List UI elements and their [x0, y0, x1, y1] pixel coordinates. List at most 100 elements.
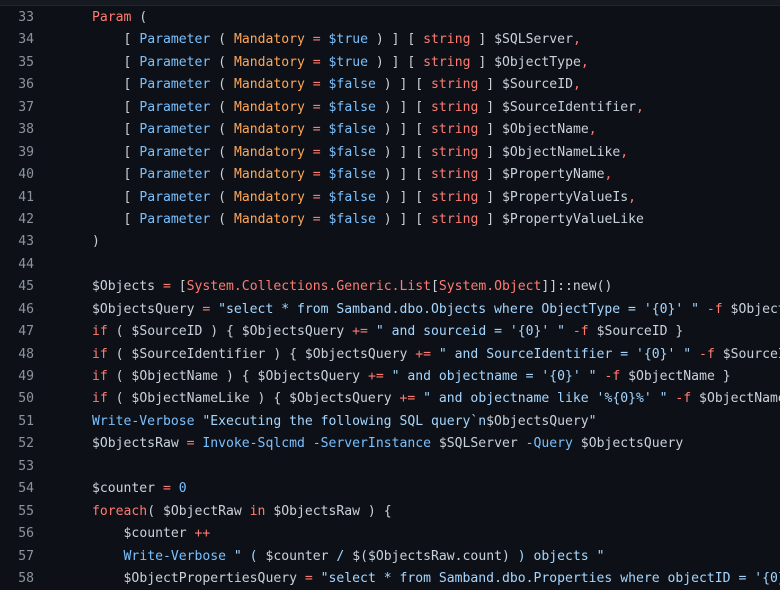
token-attr: Parameter — [139, 122, 211, 138]
line-number[interactable]: 42 — [0, 209, 34, 231]
token-type: string — [431, 99, 479, 115]
line-number[interactable]: 53 — [0, 456, 34, 478]
line-number[interactable]: 49 — [0, 366, 34, 388]
token-op: , — [580, 54, 589, 70]
line-number[interactable]: 46 — [0, 299, 34, 321]
line-number[interactable]: 58 — [0, 568, 34, 590]
code-text: $ObjectsQuery = "select * from Samband.d… — [34, 299, 780, 321]
code-line[interactable]: 49 if ( $ObjectName ) { $ObjectsQuery += … — [0, 366, 780, 388]
line-number[interactable]: 40 — [0, 164, 34, 186]
token-op: = — [304, 189, 329, 205]
token-str: " ( — [226, 548, 266, 564]
code-line[interactable]: 36 [ Parameter ( Mandatory = $false ) ] … — [0, 74, 780, 96]
code-line[interactable]: 47 if ( $SourceID ) { $ObjectsQuery += " … — [0, 321, 780, 343]
code-line[interactable]: 51 Write-Verbose "Executing the following… — [0, 411, 780, 433]
token-plain: ( — [210, 99, 234, 115]
token-attr: Parameter — [139, 167, 211, 183]
token-op: = — [304, 54, 329, 70]
token-str: " and sourceid = '{0}' " — [367, 324, 566, 340]
token-kw: in — [249, 503, 266, 519]
token-op: = — [155, 279, 179, 295]
code-line[interactable]: 34 [ Parameter ( Mandatory = $true ) ] [… — [0, 29, 780, 51]
line-number[interactable]: 48 — [0, 344, 34, 366]
line-number[interactable]: 52 — [0, 433, 34, 455]
token-str: " and objectname like '%{0}%' " — [415, 391, 668, 407]
token-plain: ( — [210, 122, 234, 138]
code-line[interactable]: 48 if ( $SourceIdentifier ) { $ObjectsQue… — [0, 344, 780, 366]
code-line[interactable]: 56 $counter ++ — [0, 523, 780, 545]
token-plain: [ — [178, 279, 187, 295]
token-op: -f — [691, 346, 715, 362]
token-plain: $counter — [123, 526, 195, 542]
token-prop: Mandatory — [233, 167, 305, 183]
line-number[interactable]: 47 — [0, 321, 34, 343]
token-type: System.Object — [438, 279, 542, 295]
code-text: [ Parameter ( Mandatory = $false ) ] [ s… — [34, 97, 644, 119]
token-cmd: Write-Verbose — [123, 548, 227, 564]
line-number[interactable]: 39 — [0, 142, 34, 164]
code-text: Write-Verbose "Executing the following S… — [34, 411, 597, 433]
code-line[interactable]: 50 if ( $ObjectNameLike ) { $ObjectsQuery… — [0, 388, 780, 410]
token-op: , — [628, 189, 637, 205]
token-kw: foreach — [92, 503, 148, 519]
token-str: " — [588, 413, 597, 429]
token-plain: $ObjectType — [730, 301, 780, 317]
code-line[interactable]: 37 [ Parameter ( Mandatory = $false ) ] … — [0, 97, 780, 119]
token-plain: $ObjectsRaw — [92, 436, 179, 452]
line-number[interactable]: 34 — [0, 29, 34, 51]
token-plain: $ObjectName } — [620, 369, 731, 384]
token-attr: Parameter — [139, 211, 211, 227]
code-line[interactable]: 38 [ Parameter ( Mandatory = $false ) ] … — [0, 119, 780, 141]
line-number[interactable]: 35 — [0, 52, 34, 74]
token-const: $true — [328, 54, 368, 70]
line-number[interactable]: 44 — [0, 254, 34, 276]
token-op: , — [588, 122, 597, 138]
token-str: "Executing the following SQL query`n — [194, 413, 487, 429]
token-type: System.Collections.Generic.List — [186, 279, 432, 295]
token-plain: ) ] [ — [375, 211, 432, 227]
line-number[interactable]: 57 — [0, 546, 34, 568]
token-plain: $ObjectsRaw ) { — [265, 503, 392, 519]
token-plain: ( — [210, 211, 234, 227]
code-line[interactable]: 46 $ObjectsQuery = "select * from Samband… — [0, 299, 780, 321]
line-number[interactable]: 50 — [0, 388, 34, 410]
line-number[interactable]: 37 — [0, 97, 34, 119]
code-line[interactable]: 58 $ObjectPropertiesQuery = "select * fr… — [0, 568, 780, 590]
token-plain: ] $ObjectName — [478, 122, 589, 138]
code-view[interactable]: 33 Param (34 [ Parameter ( Mandatory = $t… — [0, 6, 780, 590]
code-line[interactable]: 52 $ObjectsRaw = Invoke-Sqlcmd -ServerIns… — [0, 433, 780, 455]
line-number[interactable]: 51 — [0, 411, 34, 433]
line-number[interactable]: 36 — [0, 74, 34, 96]
line-number[interactable]: 41 — [0, 187, 34, 209]
line-number[interactable]: 38 — [0, 119, 34, 141]
line-number[interactable]: 56 — [0, 523, 34, 545]
code-line[interactable]: 35 [ Parameter ( Mandatory = $true ) ] [… — [0, 52, 780, 74]
code-line[interactable]: 44 — [0, 254, 780, 276]
code-line[interactable]: 33 Param ( — [0, 7, 780, 29]
line-number[interactable]: 43 — [0, 231, 34, 253]
code-line[interactable]: 42 [ Parameter ( Mandatory = $false ) ] … — [0, 209, 780, 231]
token-op: = — [194, 301, 219, 317]
line-number[interactable]: 54 — [0, 478, 34, 500]
token-plain: ] $PropertyValueIs — [478, 189, 629, 205]
code-text: $ObjectsRaw = Invoke-Sqlcmd -ServerInsta… — [34, 433, 683, 455]
token-plain: ( — [210, 189, 234, 205]
line-number[interactable]: 55 — [0, 501, 34, 523]
token-plain: ( $SourceIdentifier ) { $ObjectsQuery — [107, 346, 416, 362]
line-number[interactable]: 33 — [0, 7, 34, 29]
token-op: = — [304, 32, 329, 48]
code-line[interactable]: 57 Write-Verbose " ( $counter / $($Objec… — [0, 546, 780, 568]
token-str: ) objects " — [509, 548, 605, 564]
code-line[interactable]: 55 foreach( $ObjectRaw in $ObjectsRaw ) { — [0, 501, 780, 523]
code-line[interactable]: 41 [ Parameter ( Mandatory = $false ) ] … — [0, 187, 780, 209]
code-line[interactable]: 39 [ Parameter ( Mandatory = $false ) ] … — [0, 142, 780, 164]
token-type: string — [423, 54, 471, 70]
code-line[interactable]: 54 $counter = 0 — [0, 478, 780, 500]
code-line[interactable]: 43) — [0, 231, 780, 253]
code-line[interactable]: 45 $Objects = [System.Collections.Generic… — [0, 276, 780, 298]
code-line[interactable]: 53 — [0, 456, 780, 478]
code-line[interactable]: 40 [ Parameter ( Mandatory = $false ) ] … — [0, 164, 780, 186]
line-number[interactable]: 45 — [0, 276, 34, 298]
